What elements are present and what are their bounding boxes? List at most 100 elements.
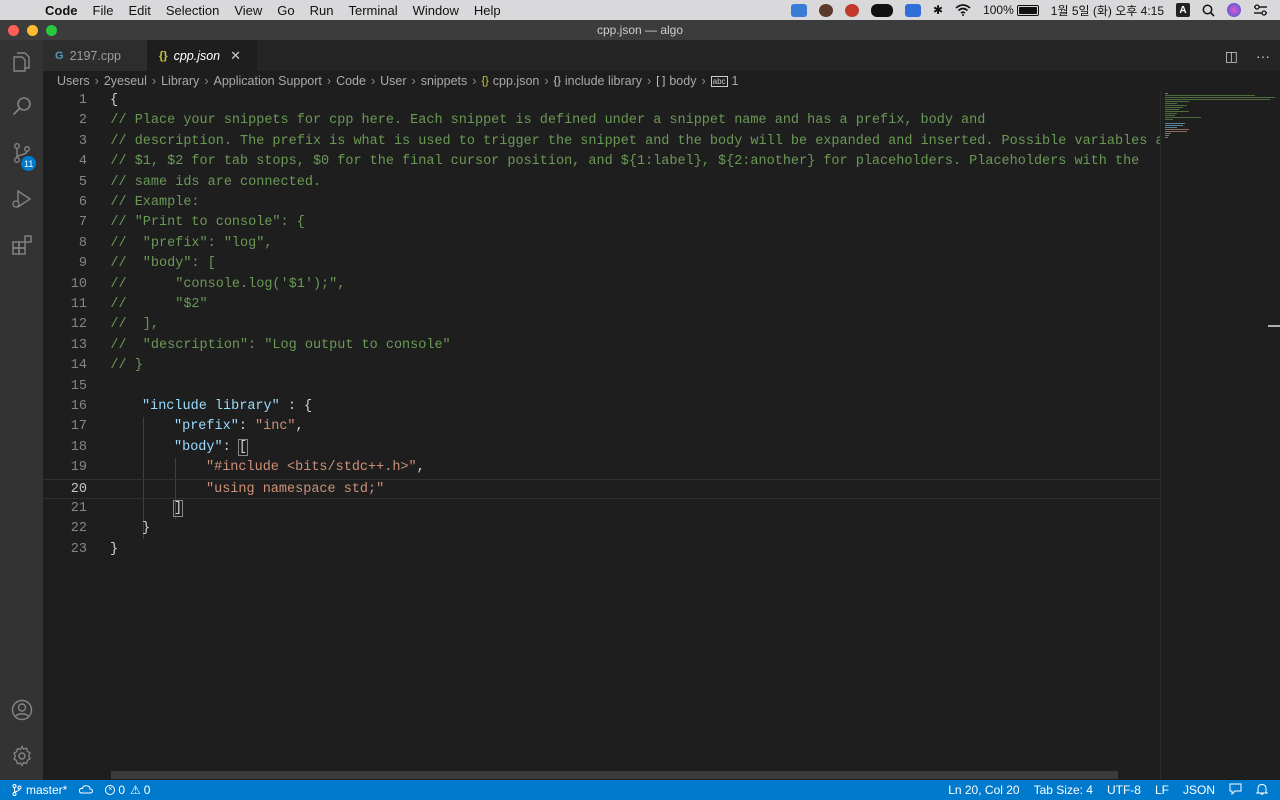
- app-menu[interactable]: Code: [45, 3, 78, 18]
- sync-icon[interactable]: [79, 785, 94, 795]
- gear-icon[interactable]: [0, 734, 43, 778]
- code-punctuation: ,: [295, 419, 304, 435]
- line-number: 1: [78, 93, 87, 108]
- minimize-window-button[interactable]: [27, 25, 38, 36]
- menu-file[interactable]: File: [93, 3, 114, 18]
- notifications-bell-icon[interactable]: [1255, 783, 1269, 798]
- menu-run[interactable]: Run: [310, 3, 334, 18]
- breadcrumb-item[interactable]: snippets: [421, 74, 468, 88]
- menu-view[interactable]: View: [234, 3, 262, 18]
- menu-edit[interactable]: Edit: [128, 3, 150, 18]
- minimap-line: [1165, 123, 1185, 124]
- breadcrumb-separator: ›: [411, 74, 416, 88]
- breadcrumb-symbol[interactable]: {} include library: [554, 74, 642, 88]
- language-mode[interactable]: JSON: [1183, 783, 1215, 797]
- coffee-cup-icon[interactable]: [845, 3, 859, 17]
- breadcrumb-separator: ›: [472, 74, 477, 88]
- code-line: 10 // "console.log('$1');",: [43, 275, 1160, 295]
- tab-2197-cpp[interactable]: G 2197.cpp: [43, 40, 147, 71]
- code-comment: // "console.log('$1');",: [78, 276, 346, 292]
- code-punctuation: : {: [279, 399, 313, 414]
- breadcrumb-item[interactable]: 2yeseul: [104, 74, 147, 88]
- split-editor-icon[interactable]: ◫: [1225, 48, 1238, 65]
- code-line: 15: [43, 377, 1160, 397]
- cat-icon[interactable]: [871, 3, 893, 17]
- minimap[interactable]: [1160, 91, 1280, 780]
- breadcrumb-separator: ›: [326, 74, 332, 88]
- spotlight-search-icon[interactable]: [1202, 4, 1215, 17]
- breadcrumb-item[interactable]: Code: [336, 74, 366, 88]
- control-center-icon[interactable]: [1253, 4, 1268, 16]
- bluetooth-icon[interactable]: ✱: [933, 3, 943, 17]
- menu-selection[interactable]: Selection: [166, 3, 219, 18]
- code-editor[interactable]: 1{ 2 // Place your snippets for cpp here…: [43, 91, 1188, 780]
- battery-status[interactable]: 100%: [983, 3, 1039, 17]
- file-encoding[interactable]: UTF-8: [1107, 783, 1141, 797]
- code-line: 16 "include library" : {: [43, 397, 1160, 417]
- json-string: "#include <bits/stdc++.h>": [206, 460, 417, 476]
- clock[interactable]: 1월 5일 (화) 오후 4:15: [1051, 2, 1164, 19]
- breadcrumb-separator: ›: [701, 74, 706, 88]
- breadcrumb-item[interactable]: Library: [161, 74, 199, 88]
- cursor-position[interactable]: Ln 20, Col 20: [948, 783, 1019, 797]
- activity-bar: 11: [0, 40, 43, 780]
- code-punctuation: :: [238, 419, 256, 435]
- tab-cpp-json[interactable]: {} cpp.json ✕: [147, 40, 257, 71]
- extensions-icon[interactable]: [0, 223, 43, 267]
- display-icon[interactable]: [905, 3, 921, 17]
- tab-label: 2197.cpp: [69, 48, 121, 63]
- code-line: 4 // $1, $2 for tab stops, $0 for the fi…: [43, 152, 1160, 172]
- siri-icon[interactable]: [1227, 3, 1241, 17]
- line-number: 20: [70, 481, 87, 497]
- accounts-icon[interactable]: [0, 688, 43, 732]
- zoom-window-button[interactable]: [46, 25, 57, 36]
- json-key: "prefix": [174, 419, 239, 435]
- error-count: 0: [118, 783, 126, 797]
- explorer-icon[interactable]: [0, 40, 43, 84]
- code-line: 12 // ],: [43, 315, 1160, 335]
- tab-size[interactable]: Tab Size: 4: [1034, 783, 1093, 797]
- breadcrumb-symbol-label: include library: [564, 74, 643, 88]
- minimap-line: [1165, 105, 1187, 106]
- run-debug-icon[interactable]: [0, 177, 43, 221]
- line-number: 15: [70, 378, 87, 394]
- breadcrumb-symbol[interactable]: [ ] body: [656, 74, 696, 88]
- line-number: 22: [70, 521, 87, 537]
- shield-icon[interactable]: [791, 3, 807, 17]
- breadcrumb-item[interactable]: Users: [57, 74, 90, 88]
- minimap-line: [1165, 101, 1189, 102]
- breadcrumb: Users › 2yeseul › Library › Application …: [43, 71, 1280, 91]
- warning-count: 0: [143, 783, 151, 797]
- horizontal-scrollbar[interactable]: [111, 771, 1118, 779]
- problems-summary[interactable]: × 0 ⚠ 0: [105, 783, 150, 797]
- close-icon[interactable]: ✕: [230, 48, 241, 64]
- breadcrumb-symbol-label: body: [669, 74, 697, 88]
- code-line: 7 // "Print to console": {: [43, 213, 1160, 233]
- end-of-line[interactable]: LF: [1155, 783, 1169, 797]
- more-actions-icon[interactable]: ···: [1256, 48, 1270, 65]
- input-source-icon[interactable]: A: [1176, 3, 1190, 17]
- search-icon[interactable]: [0, 85, 43, 129]
- git-branch[interactable]: master*: [12, 783, 67, 797]
- menu-terminal[interactable]: Terminal: [349, 3, 398, 18]
- code-line: 9 // "body": [: [43, 254, 1160, 274]
- chat-icon[interactable]: [819, 3, 833, 17]
- wifi-icon[interactable]: [955, 4, 971, 16]
- feedback-icon[interactable]: [1229, 783, 1242, 798]
- menu-go[interactable]: Go: [277, 3, 294, 18]
- source-control-icon[interactable]: 11: [0, 131, 43, 175]
- breadcrumb-file[interactable]: {} cpp.json: [481, 74, 539, 88]
- breadcrumb-item[interactable]: User: [380, 74, 406, 88]
- menubar-tray: ✱ 100% 1월 5일 (화) 오후 4:15 A: [791, 0, 1280, 20]
- breadcrumb-item[interactable]: Application Support: [213, 74, 321, 88]
- menu-help[interactable]: Help: [474, 3, 501, 18]
- menu-window[interactable]: Window: [413, 3, 459, 18]
- code-line: 13 // "description": "Log output to cons…: [43, 336, 1160, 356]
- close-window-button[interactable]: [8, 25, 19, 36]
- minimap-line: [1165, 119, 1173, 120]
- code-line: 1{: [43, 91, 1160, 111]
- breadcrumb-symbol[interactable]: abc 1: [710, 74, 739, 88]
- string-icon: abc: [710, 75, 728, 87]
- minimap-line: [1165, 97, 1275, 98]
- code-punctuation: ,: [416, 460, 425, 476]
